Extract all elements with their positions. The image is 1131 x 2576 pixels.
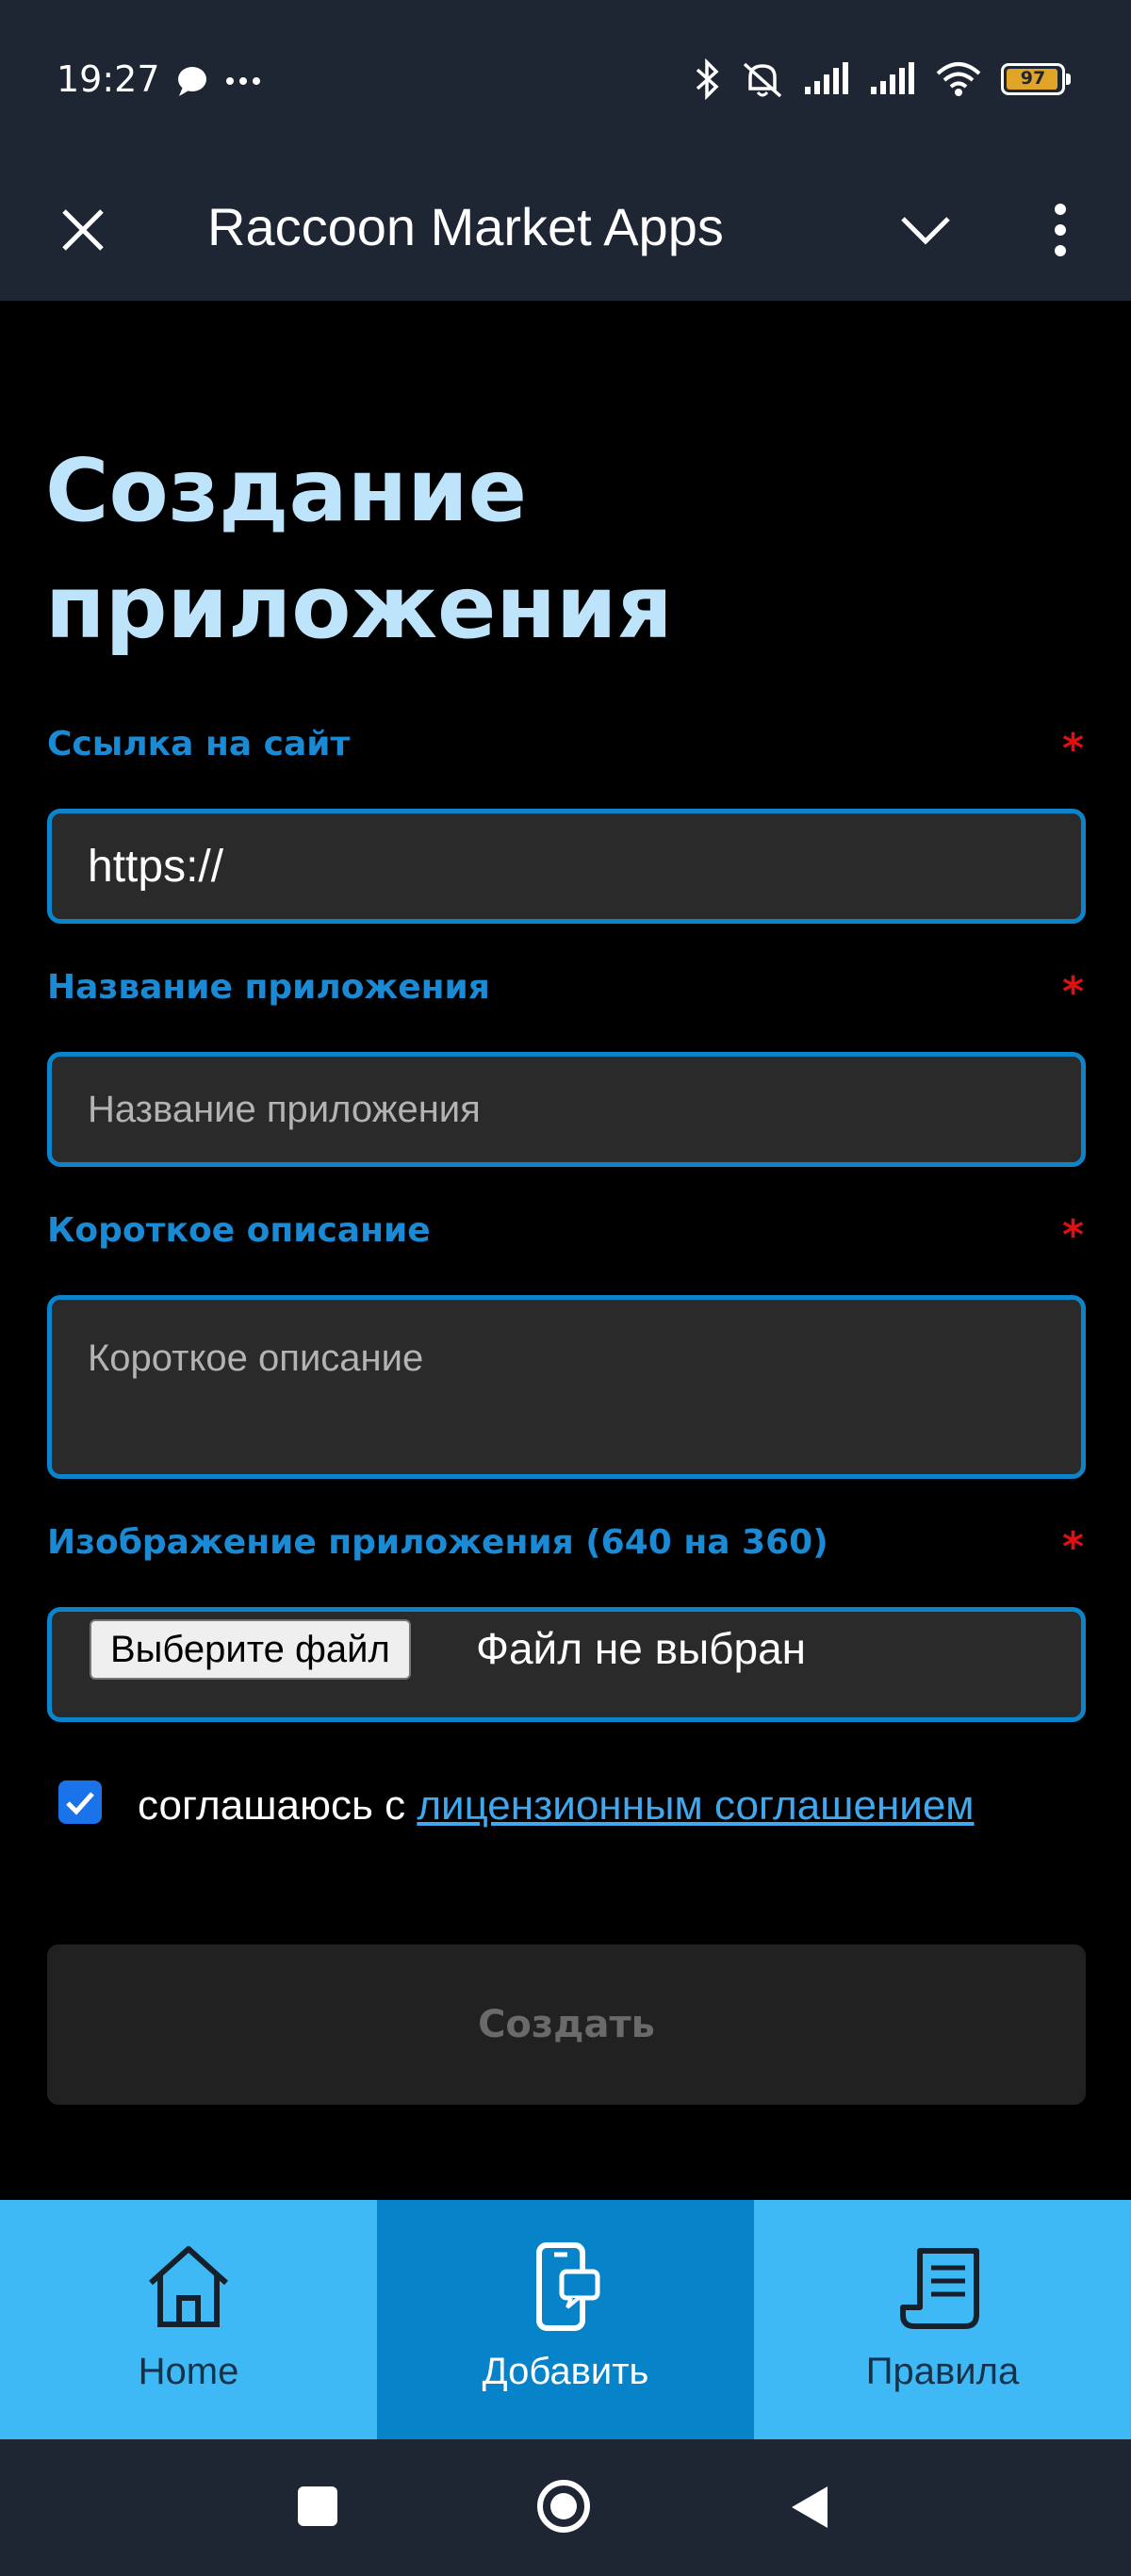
file-status: Файл не выбран (476, 1624, 807, 1673)
app-bar: Raccoon Market Apps (0, 162, 1131, 301)
nav-item-add[interactable]: Добавить (377, 2200, 754, 2439)
mute-bell-icon (743, 62, 782, 98)
required-mark: * (1061, 1523, 1084, 1571)
nav-item-home[interactable]: Home (0, 2200, 377, 2439)
signal-icon-2 (871, 62, 914, 94)
nav-label: Добавить (482, 2351, 649, 2392)
file-input: Выберите файл Файл не выбран (47, 1607, 1086, 1722)
status-bar: 19:27 97 (0, 0, 1131, 162)
nav-label: Правила (865, 2351, 1020, 2392)
message-icon (178, 67, 260, 96)
notification-icons (175, 62, 270, 104)
page-title: Создание приложения (45, 440, 673, 658)
nav-label: Home (138, 2351, 239, 2392)
page-content: Создание приложения Ссылка на сайт * Наз… (0, 301, 1131, 2200)
expand-button[interactable] (895, 200, 956, 260)
url-label: Ссылка на сайт (47, 725, 351, 763)
check-icon (66, 1792, 94, 1815)
required-mark: * (1061, 968, 1084, 1016)
wifi-icon (936, 62, 981, 96)
home-nav-icon[interactable] (535, 2478, 592, 2535)
signal-icon-1 (805, 62, 848, 94)
required-mark: * (1061, 725, 1084, 773)
required-mark: * (1061, 1211, 1084, 1259)
system-nav-bar (0, 2439, 1131, 2576)
bottom-nav: Home Добавить Правила (0, 2200, 1131, 2439)
battery-nub (1066, 74, 1071, 85)
agreement-checkbox[interactable] (58, 1780, 102, 1824)
rules-scroll-icon (900, 2248, 979, 2329)
battery-level: 97 (1020, 68, 1046, 89)
more-menu-button[interactable] (1037, 196, 1084, 264)
back-icon[interactable] (788, 2483, 831, 2532)
image-label: Изображение приложения (640 на 360) (47, 1523, 828, 1562)
home-icon (148, 2246, 229, 2327)
choose-file-button[interactable]: Выберите файл (90, 1619, 411, 1680)
url-input[interactable] (47, 809, 1086, 924)
status-right-icons: 97 (694, 58, 1071, 100)
close-button[interactable] (53, 200, 113, 260)
chevron-down-icon (901, 217, 950, 245)
license-link[interactable]: лицензионным соглашением (417, 1782, 974, 1829)
status-time: 19:27 (57, 58, 160, 100)
battery-icon: 97 (1001, 63, 1071, 95)
description-textarea[interactable] (47, 1295, 1086, 1479)
create-button[interactable]: Создать (47, 1944, 1086, 2105)
app-title: Raccoon Market Apps (207, 197, 724, 256)
description-label: Короткое описание (47, 1211, 431, 1250)
app-name-label: Название приложения (47, 968, 490, 1007)
app-name-input[interactable] (47, 1052, 1086, 1167)
recents-icon[interactable] (296, 2485, 339, 2528)
bluetooth-icon (696, 58, 719, 100)
agreement-text: соглашаюсь с лицензионным соглашением (47, 1776, 1084, 1836)
nav-item-rules[interactable]: Правила (754, 2200, 1131, 2439)
close-icon (62, 209, 104, 251)
more-vert-icon (1055, 204, 1066, 256)
agreement-prefix: соглашаюсь с (138, 1782, 418, 1829)
add-app-icon (536, 2242, 600, 2331)
